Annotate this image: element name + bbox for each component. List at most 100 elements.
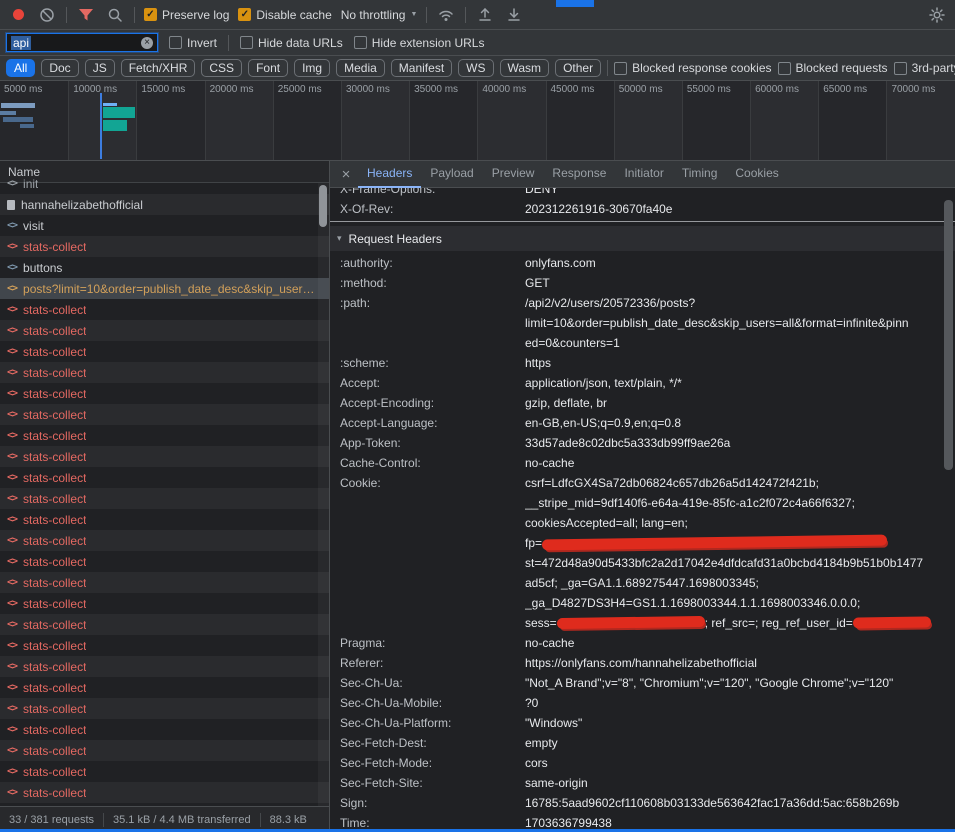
header-value: onlyfans.com [525,253,955,273]
request-row[interactable]: <>stats-collect [0,698,329,719]
type-filter-wasm[interactable]: Wasm [500,59,550,77]
filter-input[interactable]: api × [6,33,158,52]
request-name: stats-collect [23,786,86,800]
tab-response[interactable]: Response [543,161,615,188]
request-row[interactable]: <>stats-collect [0,530,329,551]
request-row[interactable]: <>stats-collect [0,467,329,488]
preserve-log-label: Preserve log [162,8,229,22]
waterfall-bar [20,124,34,128]
request-name: init [23,177,38,191]
request-row[interactable]: <>stats-collect [0,740,329,761]
request-name: stats-collect [23,534,86,548]
request-row[interactable]: <>stats-collect [0,761,329,782]
header-value: "Not_A Brand";v="8", "Chromium";v="120",… [525,673,955,693]
search-button[interactable] [105,5,125,25]
type-filter-other[interactable]: Other [555,59,601,77]
type-filter-fetch-xhr[interactable]: Fetch/XHR [121,59,196,77]
type-filter-font[interactable]: Font [248,59,288,77]
import-har-button[interactable] [475,5,495,25]
request-row[interactable]: hannahelizabethofficial [0,194,329,215]
timeline-overview[interactable]: 5000 ms10000 ms15000 ms20000 ms25000 ms3… [0,81,955,161]
request-row[interactable]: <>stats-collect [0,320,329,341]
tab-payload[interactable]: Payload [421,161,482,188]
request-row[interactable]: <>posts?limit=10&order=publish_date_desc… [0,278,329,299]
blocked-requests-checkbox[interactable] [778,62,791,75]
request-row[interactable]: <>stats-collect [0,677,329,698]
request-row[interactable]: <>buttons [0,257,329,278]
request-row[interactable]: <>stats-collect [0,425,329,446]
network-conditions-button[interactable] [436,5,456,25]
close-details-icon[interactable]: × [334,166,358,183]
header-name: Cache-Control: [330,453,525,473]
blocked-response-cookies-group: Blocked response cookies [614,61,771,75]
tab-initiator[interactable]: Initiator [615,161,672,188]
tab-cookies[interactable]: Cookies [726,161,787,188]
request-row[interactable]: <> init [0,173,329,194]
request-row[interactable]: <>stats-collect [0,635,329,656]
type-filter-js[interactable]: JS [85,59,115,77]
request-row[interactable]: <>stats-collect [0,782,329,803]
record-button[interactable] [8,5,28,25]
request-row[interactable]: <>stats-collect [0,404,329,425]
export-har-button[interactable] [504,5,524,25]
request-row[interactable]: <>stats-collect [0,299,329,320]
type-filter-manifest[interactable]: Manifest [391,59,452,77]
request-row[interactable]: <>stats-collect [0,551,329,572]
throttling-select[interactable]: No throttling ▼ [341,8,418,22]
clear-filter-icon[interactable]: × [141,37,153,49]
waterfall-bar [1,103,35,108]
invert-checkbox[interactable] [169,36,182,49]
header-row: :method:GET [330,273,955,293]
request-row[interactable]: <>stats-collect [0,488,329,509]
request-row[interactable]: <>stats-collect [0,719,329,740]
header-row: :scheme:https [330,353,955,373]
disable-cache-checkbox[interactable] [238,8,251,21]
clear-button[interactable] [37,5,57,25]
hide-extension-urls-checkbox[interactable] [354,36,367,49]
type-filter-ws[interactable]: WS [458,59,493,77]
request-row[interactable]: <>stats-collect [0,236,329,257]
request-row[interactable]: <>stats-collect [0,614,329,635]
settings-gear-icon [929,7,945,23]
filter-toggle-button[interactable] [76,5,96,25]
tab-preview[interactable]: Preview [483,161,544,188]
request-headers-section-header[interactable]: ▾ Request Headers [330,226,955,251]
settings-button[interactable] [927,5,947,25]
request-row[interactable]: <>stats-collect [0,446,329,467]
preserve-log-checkbox[interactable] [144,8,157,21]
type-filter-pills: All Doc JS Fetch/XHR CSS Font Img Media Manifest… [6,59,601,77]
details-scrollbar-thumb[interactable] [944,200,953,470]
request-row[interactable]: <>stats-collect [0,383,329,404]
request-name: stats-collect [23,576,86,590]
hide-data-urls-group: Hide data URLs [240,36,343,50]
request-row[interactable]: <>stats-collect [0,509,329,530]
request-row[interactable]: <>visit [0,215,329,236]
request-row[interactable]: <>stats-collect [0,362,329,383]
code-icon: <> [7,178,17,189]
code-icon: <> [7,472,17,483]
tab-headers[interactable]: Headers [358,161,421,188]
tab-timing[interactable]: Timing [673,161,727,188]
third-party-requests-checkbox[interactable] [894,62,907,75]
request-list-scrollbar[interactable] [318,183,329,806]
type-filter-doc[interactable]: Doc [41,59,78,77]
code-icon: <> [7,388,17,399]
header-value: application/json, text/plain, */* [525,373,955,393]
type-filter-img[interactable]: Img [294,59,330,77]
type-filter-media[interactable]: Media [336,59,385,77]
request-row[interactable]: <>stats-collect [0,341,329,362]
request-row[interactable]: <>stats-collect [0,572,329,593]
request-name: stats-collect [23,240,86,254]
request-row[interactable]: <>stats-collect [0,593,329,614]
type-filter-all[interactable]: All [6,59,35,77]
timeline-tick: 30000 ms [341,81,409,160]
request-row[interactable]: <>stats-collect [0,656,329,677]
request-details-panel: × HeadersPayloadPreviewResponseInitiator… [330,161,955,832]
request-name: stats-collect [23,492,86,506]
blocked-response-cookies-checkbox[interactable] [614,62,627,75]
hide-data-urls-checkbox[interactable] [240,36,253,49]
scrollbar-thumb[interactable] [319,185,327,227]
type-filter-css[interactable]: CSS [201,59,242,77]
code-icon: <> [7,430,17,441]
third-party-requests-label: 3rd-party requests [912,61,955,75]
